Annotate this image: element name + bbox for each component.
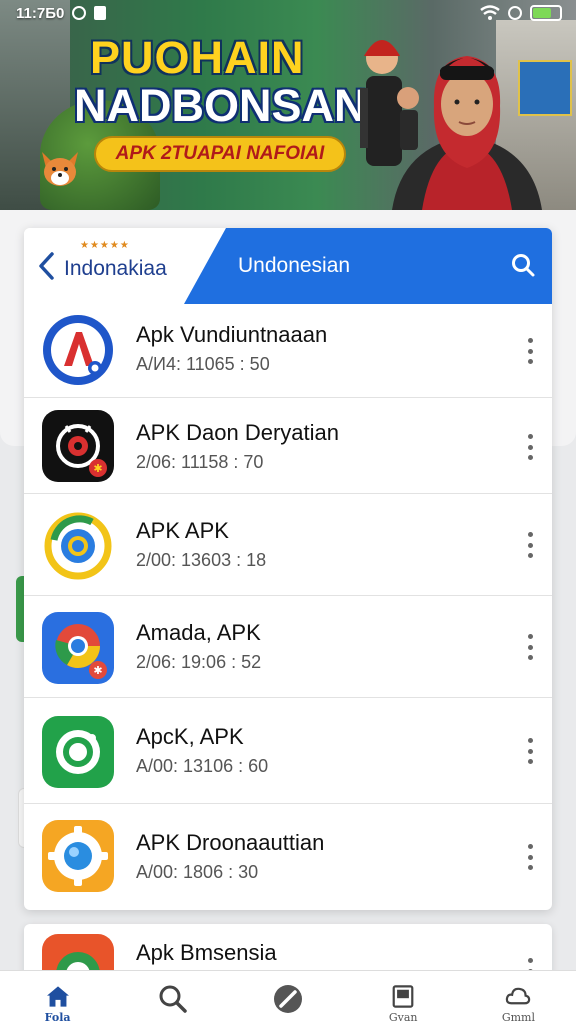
fox-mascot-icon [42, 152, 78, 186]
wifi-icon [480, 5, 500, 20]
app-meta: A/И4: 11065 : 50 [136, 354, 270, 374]
bottom-navigation: Fola Gvan Gmml [0, 970, 576, 1024]
nav-home[interactable]: Fola [0, 971, 115, 1024]
cloud-icon [506, 987, 531, 1005]
app-list-item[interactable]: ApcK, APK A/00: 13106 : 60 [24, 698, 552, 804]
clock-app-icon: ✱ [42, 410, 114, 482]
nav-search[interactable] [115, 971, 230, 1024]
compass-icon [274, 985, 302, 1013]
svg-text:✱: ✱ [93, 664, 102, 677]
app-list-item[interactable]: Apk Vundiuntnaaan A/И4: 11065 : 50 [24, 304, 552, 398]
more-options-icon[interactable] [526, 434, 534, 460]
app-name: Apk Vundiuntnaaan [136, 322, 328, 347]
banner-pill[interactable]: APK 2TUAPAI NAFOIAI [94, 136, 346, 172]
app-list-card: ★★★★★ Indonakiaa Undonesian Apk Vundiunt… [24, 228, 552, 910]
nav-explore[interactable] [230, 971, 345, 1024]
header-left-label: Indonakiaa [64, 257, 167, 280]
app-name: APK APK [136, 518, 229, 543]
banner-title-line1: PUOHAIN [90, 32, 305, 83]
app-meta: A/00: 1806 : 30 [136, 862, 259, 882]
card-header: ★★★★★ Indonakiaa Undonesian [24, 228, 552, 304]
banner-title-line2: NADBONSAN [74, 80, 367, 131]
more-options-icon[interactable] [526, 338, 534, 364]
back-chevron-icon[interactable] [36, 251, 56, 281]
battery-icon [530, 5, 562, 21]
app-meta: 2/00: 13603 : 18 [136, 550, 267, 570]
svg-text:✱: ✱ [93, 462, 102, 475]
app-name: APK Droonaauttian [136, 830, 325, 855]
app-list-item[interactable]: APK Droonaauttian A/00: 1806 : 30 [24, 804, 552, 910]
app-name: APK Daon Deryatian [136, 420, 339, 445]
chrome-like-app-icon: ✱ [42, 612, 114, 684]
app-meta: A/00: 13106 : 60 [136, 756, 269, 776]
status-time: 11:7Б0 [16, 4, 65, 22]
app-name: ApcK, APK [136, 724, 244, 749]
app-name: Apk Bmsensia [136, 940, 277, 965]
header-right-label: Undonesian [238, 254, 351, 277]
sync-status-icon [72, 6, 87, 20]
home-icon [46, 986, 69, 1007]
header-active-tab[interactable]: Undonesian [184, 228, 552, 304]
nav-label: Fola [44, 1011, 71, 1024]
app-list-item[interactable]: ✱ APK Daon Deryatian 2/06: 11158 : 70 [24, 398, 552, 494]
colorful-ring-app-icon [42, 510, 114, 582]
search-icon[interactable] [510, 252, 536, 278]
nav-label: Gmml [501, 1011, 535, 1024]
gear-app-icon [42, 820, 114, 892]
rating-stars: ★★★★★ [80, 240, 130, 251]
more-options-icon[interactable] [526, 738, 534, 764]
promo-banner[interactable]: PUOHAIN NADBONSAN APK 2TUAPAI NAFOIAI [0, 0, 576, 210]
status-bar: 11:7Б0 [0, 0, 576, 26]
nav-label: Gvan [388, 1011, 418, 1024]
app-list-item[interactable]: APK APK 2/00: 13603 : 18 [24, 494, 552, 596]
more-options-icon[interactable] [526, 532, 534, 558]
app-list-item[interactable]: ✱ Amada, APK 2/06: 19:06 : 52 [24, 596, 552, 698]
banner-person-photo [392, 56, 542, 210]
window-icon [392, 985, 414, 1008]
letter-a-app-icon [42, 314, 114, 386]
green-ring-app-icon [42, 716, 114, 788]
signal-status-icon [508, 6, 522, 20]
nav-library[interactable]: Gvan [346, 971, 461, 1024]
more-options-icon[interactable] [526, 634, 534, 660]
sim-status-icon [94, 6, 107, 20]
app-name: Amada, APK [136, 620, 261, 645]
search-icon [159, 985, 187, 1013]
app-meta: 2/06: 11158 : 70 [136, 452, 264, 472]
nav-account[interactable]: Gmml [461, 971, 576, 1024]
more-options-icon[interactable] [526, 844, 534, 870]
app-meta: 2/06: 19:06 : 52 [136, 652, 262, 672]
